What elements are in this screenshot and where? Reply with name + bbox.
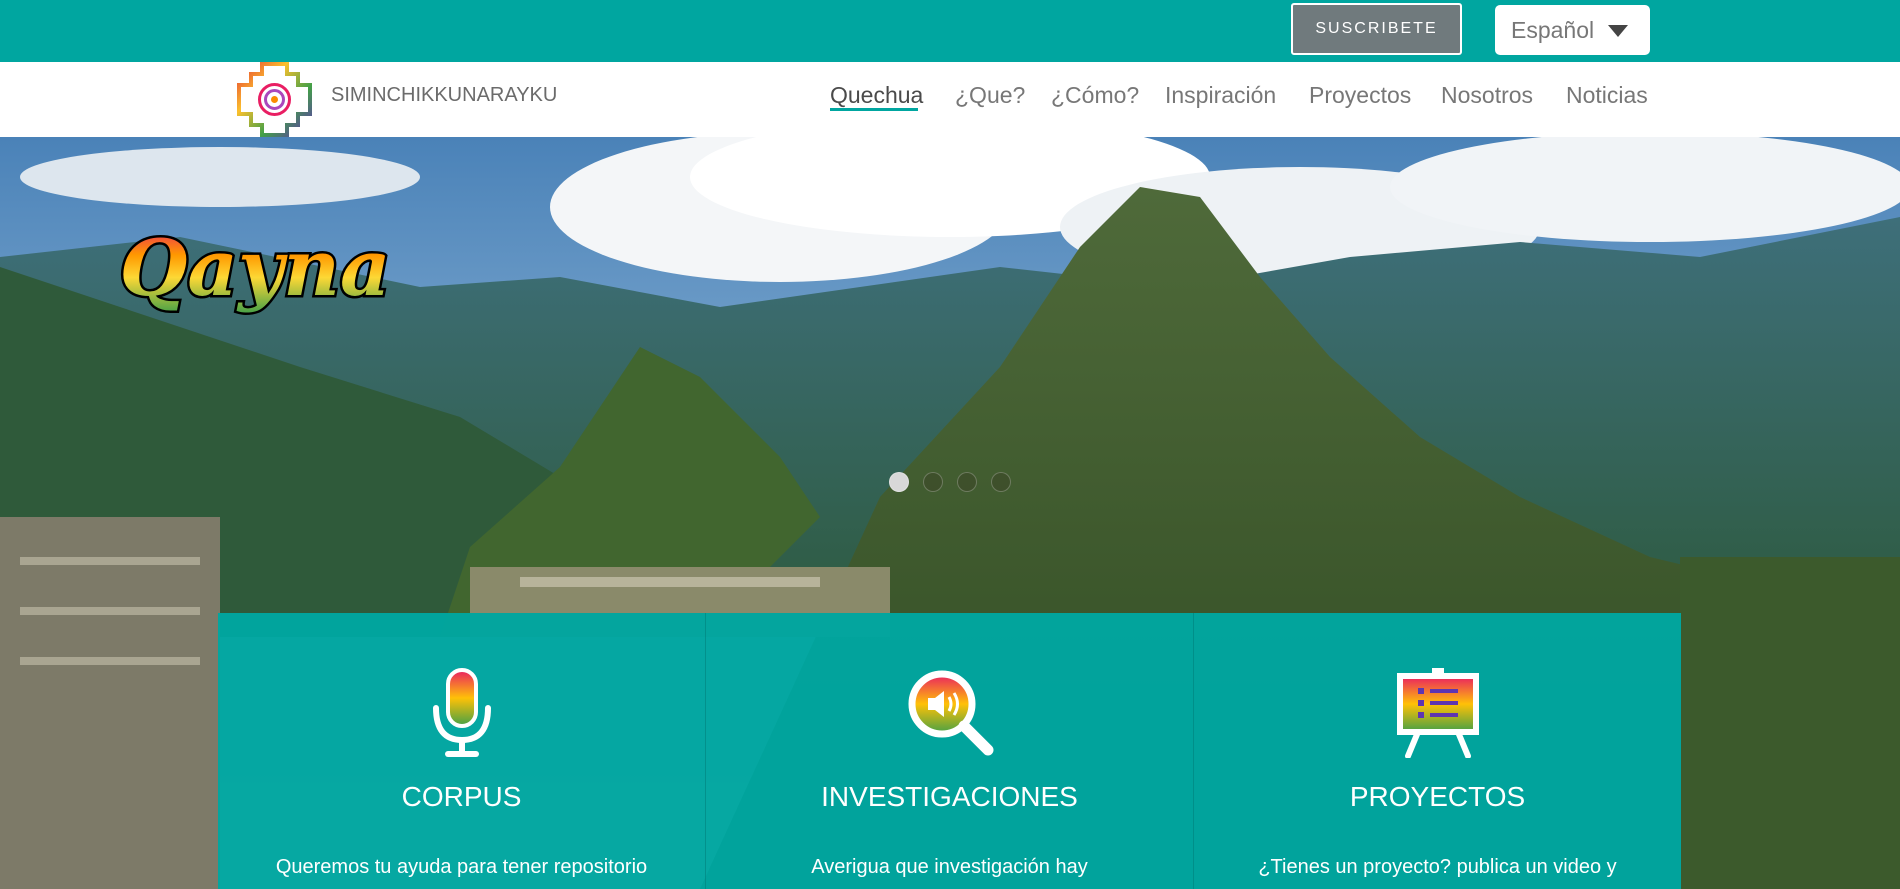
nav-item-nosotros[interactable]: Nosotros <box>1441 82 1533 109</box>
brand-name[interactable]: SIMINCHIKKUNARAYKU <box>331 84 557 107</box>
presentation-board-icon <box>1396 668 1479 758</box>
nav-item-como[interactable]: ¿Cómo? <box>1051 82 1139 109</box>
nav-active-underline <box>830 108 918 111</box>
card-corpus[interactable]: CORPUS Queremos tu ayuda para tener repo… <box>218 613 706 889</box>
card-text: ¿Tienes un proyecto? publica un video y <box>1258 856 1617 878</box>
nav-item-noticias[interactable]: Noticias <box>1566 82 1648 109</box>
feature-cards: CORPUS Queremos tu ayuda para tener repo… <box>218 613 1681 889</box>
card-title: CORPUS <box>401 781 522 812</box>
qayna-logo: Qayna <box>117 221 393 317</box>
nav-item-que[interactable]: ¿Que? <box>955 82 1025 109</box>
slider-dot[interactable] <box>957 472 977 492</box>
card-text: Queremos tu ayuda para tener repositorio <box>275 856 648 878</box>
slider-dots <box>889 472 1011 492</box>
nav-item-inspiracion[interactable]: Inspiración <box>1165 82 1276 109</box>
chevron-down-icon <box>1608 25 1628 37</box>
magnifier-sound-icon <box>908 670 993 756</box>
card-title: INVESTIGACIONES <box>821 781 1078 812</box>
language-select[interactable]: Español <box>1495 5 1650 55</box>
subscribe-button[interactable]: SUSCRIBETE <box>1291 3 1462 55</box>
microphone-icon <box>432 668 491 757</box>
nav-item-quechua[interactable]: Quechua <box>830 82 923 109</box>
card-proyectos[interactable]: PROYECTOS ¿Tienes un proyecto? publica u… <box>1194 613 1681 889</box>
card-text: Averigua que investigación hay <box>811 856 1088 878</box>
card-investigaciones[interactable]: INVESTIGACIONES Averigua que investigaci… <box>706 613 1194 889</box>
card-title: PROYECTOS <box>1349 781 1526 812</box>
language-value: Español <box>1511 16 1595 43</box>
slider-dot[interactable] <box>889 472 909 492</box>
qayna-logo-text: Qayna <box>119 223 390 314</box>
slider-dot[interactable] <box>991 472 1011 492</box>
slider-dot[interactable] <box>923 472 943 492</box>
site-logo[interactable] <box>236 62 313 137</box>
nav-item-proyectos[interactable]: Proyectos <box>1309 82 1411 109</box>
